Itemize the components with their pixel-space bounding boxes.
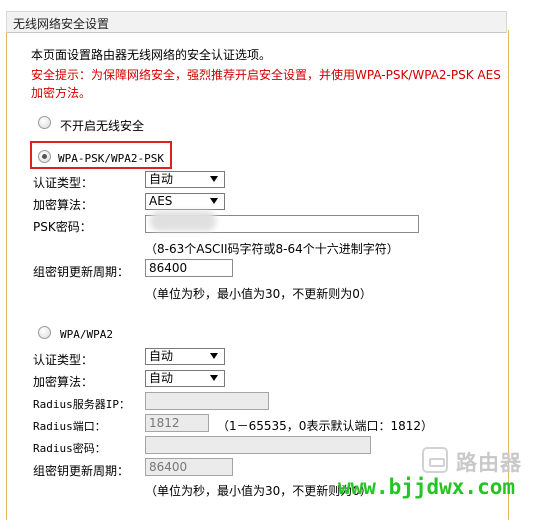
radius-port-hint: （1－65535，0表示默认端口：1812）: [217, 419, 433, 433]
psk-password-hint: （8-63个ASCII码字符或8-64个十六进制字符）: [145, 242, 399, 256]
chevron-down-icon: [210, 353, 218, 359]
chevron-down-icon: [210, 198, 218, 204]
wpa-label: WPA/WPA2: [60, 328, 113, 341]
psk-password-label: PSK密码：: [33, 220, 92, 234]
psk-renew-input[interactable]: 86400: [145, 259, 233, 277]
radius-server-label: Radius服务器IP：: [33, 398, 130, 411]
watermark-url: www.bjjdwx.com: [338, 475, 516, 499]
radius-server-input[interactable]: [145, 392, 269, 410]
router-icon: [422, 447, 448, 473]
radio-disable-security[interactable]: [38, 116, 51, 129]
radius-password-input[interactable]: [145, 436, 371, 454]
wpa-encryption-label: 加密算法：: [33, 375, 94, 389]
psk-renew-label: 组密钥更新周期：: [33, 265, 130, 279]
psk-auth-type-select[interactable]: 自动: [145, 171, 225, 188]
radio-wpa-psk[interactable]: [38, 150, 51, 163]
wpa-encryption-select[interactable]: 自动: [145, 370, 225, 387]
wpa-psk-label: WPA-PSK/WPA2-PSK: [58, 152, 164, 165]
radius-password-label: Radius密码：: [33, 442, 106, 455]
security-warning-line2: 加密方法。: [31, 86, 92, 100]
radius-port-label: Radius端口：: [33, 420, 106, 433]
disable-security-label: 不开启无线安全: [60, 119, 145, 133]
security-warning-line1: 安全提示：为保障网络安全，强烈推荐开启安全设置，并使用WPA-PSK/WPA2-…: [31, 68, 501, 82]
psk-encryption-label: 加密算法：: [33, 198, 94, 212]
wpa-auth-type-select[interactable]: 自动: [145, 348, 225, 365]
wpa-renew-input[interactable]: 86400: [145, 458, 233, 476]
radio-wpa[interactable]: [38, 326, 51, 339]
psk-renew-hint: （单位为秒，最小值为30，不更新则为0）: [145, 287, 372, 301]
section-header: 无线网络安全设置: [6, 11, 507, 33]
chevron-down-icon: [210, 176, 218, 182]
psk-encryption-select[interactable]: AES: [145, 193, 225, 210]
wpa-auth-type-label: 认证类型：: [33, 353, 94, 367]
intro-text: 本页面设置路由器无线网络的安全认证选项。: [31, 48, 272, 62]
redacted-password: [150, 211, 216, 231]
radius-port-input[interactable]: 1812: [145, 414, 209, 432]
page-title: 无线网络安全设置: [13, 17, 110, 31]
chevron-down-icon: [210, 375, 218, 381]
wpa-renew-label: 组密钥更新周期：: [33, 464, 130, 478]
psk-auth-type-label: 认证类型：: [33, 176, 94, 190]
watermark-brand: 路由器: [456, 451, 522, 475]
